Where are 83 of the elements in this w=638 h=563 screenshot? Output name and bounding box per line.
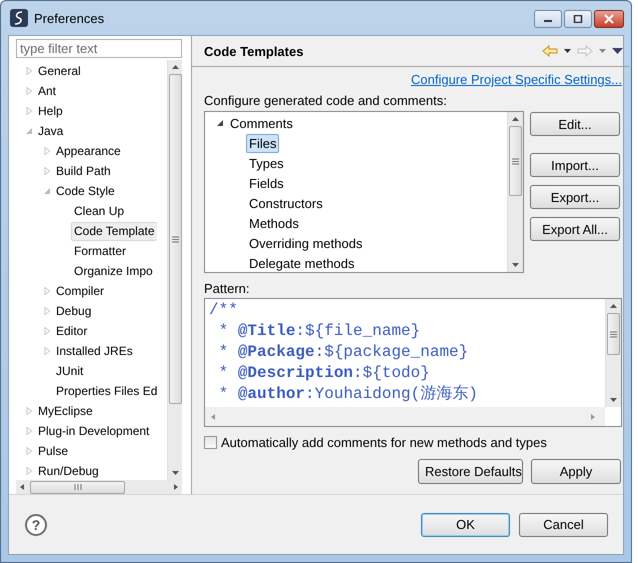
- collapsed-icon[interactable]: [44, 147, 51, 155]
- collapsed-icon[interactable]: [44, 287, 51, 295]
- code-line: *@Package:${package_name}: [218, 342, 470, 363]
- scrollbar-thumb[interactable]: [607, 313, 620, 355]
- collapsed-icon[interactable]: [44, 167, 51, 175]
- tree-item[interactable]: Code Template: [71, 222, 156, 240]
- scrollbar-thumb[interactable]: [30, 480, 125, 494]
- collapsed-icon[interactable]: [44, 347, 51, 355]
- tree-item[interactable]: Editor: [53, 322, 90, 340]
- collapsed-icon[interactable]: [44, 307, 51, 315]
- help-button[interactable]: ?: [25, 514, 47, 536]
- action-button[interactable]: Apply: [531, 459, 621, 484]
- template-item[interactable]: Fields: [246, 174, 287, 192]
- collapsed-icon[interactable]: [26, 467, 33, 475]
- view-menu-icon[interactable]: [612, 48, 623, 54]
- tree-item[interactable]: Formatter: [71, 242, 130, 260]
- collapsed-icon[interactable]: [26, 107, 33, 115]
- tree-item[interactable]: Java: [35, 122, 66, 140]
- code-line: *@author:Youhaidong(游海东): [218, 384, 479, 405]
- minimize-button[interactable]: [534, 10, 562, 28]
- pattern-label: Pattern:: [204, 281, 251, 298]
- expanded-icon[interactable]: [217, 119, 224, 127]
- dialog-button[interactable]: Cancel: [519, 512, 608, 536]
- template-item[interactable]: Files: [246, 134, 280, 152]
- tree-item[interactable]: MyEclipse: [35, 402, 96, 420]
- vertical-scrollbar[interactable]: [507, 112, 523, 272]
- tree-item[interactable]: Properties Files Ed: [53, 382, 160, 400]
- tree-item[interactable]: Clean Up: [71, 202, 128, 220]
- tree-item[interactable]: Build Path: [53, 162, 114, 180]
- code-line: /**: [209, 300, 239, 321]
- collapsed-icon[interactable]: [26, 447, 33, 455]
- collapsed-icon[interactable]: [26, 407, 33, 415]
- horizontal-scrollbar[interactable]: [16, 480, 182, 494]
- collapsed-icon[interactable]: [26, 87, 33, 95]
- checkbox-label[interactable]: Automatically add comments for new methods and types: [221, 435, 547, 450]
- template-item[interactable]: Methods: [246, 214, 302, 232]
- template-item[interactable]: Types: [246, 154, 287, 172]
- vertical-scrollbar[interactable]: [605, 299, 621, 407]
- maximize-icon: [573, 15, 583, 23]
- code-line: *@Description:${todo}: [218, 363, 431, 384]
- vertical-scrollbar[interactable]: [167, 60, 182, 480]
- checkbox[interactable]: [204, 436, 217, 449]
- tree-item[interactable]: General: [35, 62, 84, 80]
- action-button[interactable]: Export...: [530, 185, 620, 209]
- intro-label: Configure generated code and comments:: [204, 93, 448, 110]
- template-item[interactable]: Comments: [227, 114, 296, 132]
- template-item[interactable]: Delegate methods: [246, 254, 358, 272]
- action-button[interactable]: Restore Defaults: [418, 459, 523, 484]
- project-settings-link[interactable]: Configure Project Specific Settings...: [411, 72, 622, 90]
- tree-item[interactable]: Pulse: [35, 442, 72, 460]
- close-icon: [603, 14, 615, 24]
- dialog-button[interactable]: OK: [421, 512, 510, 536]
- collapsed-icon[interactable]: [26, 67, 33, 75]
- tree-item[interactable]: Organize Impo: [71, 262, 156, 280]
- collapsed-icon[interactable]: [44, 327, 51, 335]
- filter-field[interactable]: type filter text: [16, 39, 182, 58]
- page-title: Code Templates: [204, 44, 304, 58]
- collapsed-icon[interactable]: [26, 427, 33, 435]
- close-button[interactable]: [594, 10, 624, 28]
- tree-item[interactable]: Run/Debug: [35, 462, 102, 480]
- tree-item[interactable]: Compiler: [53, 282, 108, 300]
- tree-item[interactable]: Help: [35, 102, 66, 120]
- action-button[interactable]: Import...: [530, 153, 620, 177]
- back-arrow-icon[interactable]: [542, 45, 558, 57]
- tree-item[interactable]: Plug-in Development: [35, 422, 152, 440]
- template-item[interactable]: Overriding methods: [246, 234, 366, 252]
- forward-arrow-icon[interactable]: [577, 45, 593, 57]
- tree-item[interactable]: Code Style: [53, 182, 118, 200]
- template-item[interactable]: Constructors: [246, 194, 326, 212]
- scrollbar-thumb[interactable]: [509, 126, 522, 196]
- tree-item[interactable]: JUnit: [53, 362, 86, 380]
- action-button[interactable]: Export All...: [530, 217, 620, 241]
- tree-item[interactable]: Ant: [35, 82, 60, 100]
- tree-item[interactable]: Debug: [53, 302, 94, 320]
- app-icon: [10, 9, 28, 27]
- dropdown-caret-icon[interactable]: [563, 48, 572, 54]
- maximize-button[interactable]: [564, 10, 592, 28]
- action-button[interactable]: Edit...: [530, 112, 620, 136]
- scrollbar-thumb[interactable]: [168, 74, 182, 404]
- window-title: Preferences: [34, 10, 104, 26]
- tree-item[interactable]: Appearance: [53, 142, 124, 160]
- tree-item[interactable]: Installed JREs: [53, 342, 136, 360]
- code-line: *@Title:${file_name}: [218, 321, 422, 342]
